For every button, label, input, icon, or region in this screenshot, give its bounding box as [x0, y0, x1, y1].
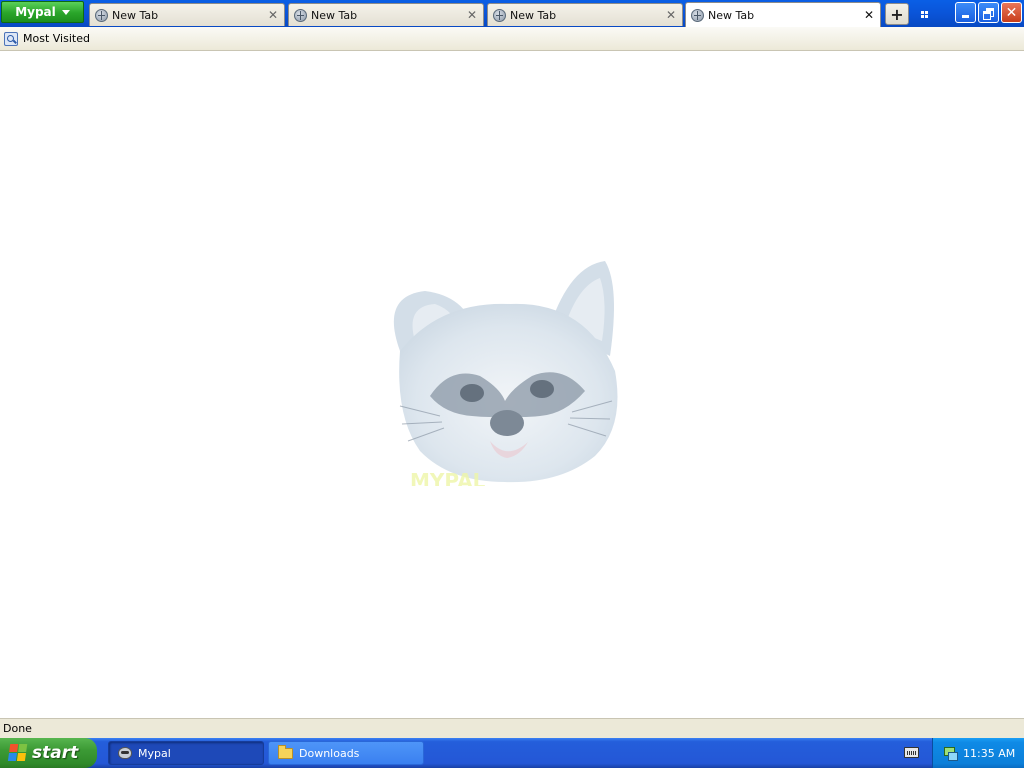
bookmark-most-visited[interactable]: Most Visited	[23, 32, 90, 45]
tab-grid-icon	[920, 10, 928, 18]
minimize-button[interactable]	[955, 2, 976, 23]
tab-1[interactable]: New Tab ✕	[89, 3, 285, 26]
system-tray: 11:35 AM	[932, 738, 1024, 768]
tab-label: New Tab	[708, 8, 755, 22]
tab-label: New Tab	[311, 8, 358, 22]
tab-label: New Tab	[510, 8, 557, 22]
restore-button[interactable]	[978, 2, 999, 23]
taskbar-button-label: Downloads	[299, 746, 360, 760]
tab-label: New Tab	[112, 8, 159, 22]
globe-icon	[691, 8, 704, 22]
close-tab-icon[interactable]: ✕	[862, 8, 876, 22]
bookmarks-toolbar: Most Visited	[0, 27, 1024, 51]
new-tab-button[interactable]: +	[885, 3, 909, 25]
close-tab-icon[interactable]: ✕	[465, 8, 479, 22]
clock[interactable]: 11:35 AM	[963, 747, 1015, 760]
taskbar-button-downloads[interactable]: Downloads	[268, 741, 424, 765]
close-window-button[interactable]: ✕	[1001, 2, 1022, 23]
search-bookmark-icon	[4, 31, 18, 46]
start-button[interactable]: start	[0, 738, 97, 768]
globe-icon	[95, 8, 108, 22]
close-tab-icon[interactable]: ✕	[266, 8, 280, 22]
close-icon: ✕	[1005, 4, 1018, 21]
close-tab-icon[interactable]: ✕	[664, 8, 678, 22]
dropdown-arrow-icon	[61, 9, 70, 15]
raccoon-icon: MYPAL	[393, 261, 618, 486]
screen: Mypal New Tab ✕ New Tab ✕ New Tab ✕ New …	[0, 0, 1024, 768]
tab-4-active[interactable]: New Tab ✕	[685, 2, 881, 27]
keyboard-icon[interactable]	[904, 747, 919, 758]
status-bar: Done	[0, 718, 1024, 738]
tab-2[interactable]: New Tab ✕	[288, 3, 484, 26]
tab-3[interactable]: New Tab ✕	[487, 3, 683, 26]
mascot-watermark-text: MYPAL	[410, 469, 486, 486]
list-all-tabs-button[interactable]	[912, 3, 936, 25]
start-label: start	[32, 743, 79, 763]
windows-logo-icon	[7, 744, 29, 762]
folder-icon	[278, 744, 293, 759]
taskbar: start Mypal Downloads 11:35 AM	[0, 738, 1024, 768]
page-content: MYPAL	[0, 51, 1024, 718]
browser-titlebar: Mypal New Tab ✕ New Tab ✕ New Tab ✕ New …	[0, 0, 1024, 27]
status-text: Done	[3, 722, 32, 735]
restore-icon	[983, 7, 994, 20]
taskbar-button-label: Mypal	[138, 746, 171, 760]
network-icon[interactable]	[943, 746, 958, 761]
globe-icon	[493, 8, 506, 22]
raccoon-icon	[118, 747, 132, 759]
taskbar-button-mypal[interactable]: Mypal	[108, 741, 264, 765]
app-menu-button[interactable]: Mypal	[1, 1, 84, 23]
plus-icon: +	[890, 4, 904, 24]
minimize-icon	[962, 14, 969, 18]
app-menu-label: Mypal	[15, 5, 56, 19]
globe-icon	[294, 8, 307, 22]
